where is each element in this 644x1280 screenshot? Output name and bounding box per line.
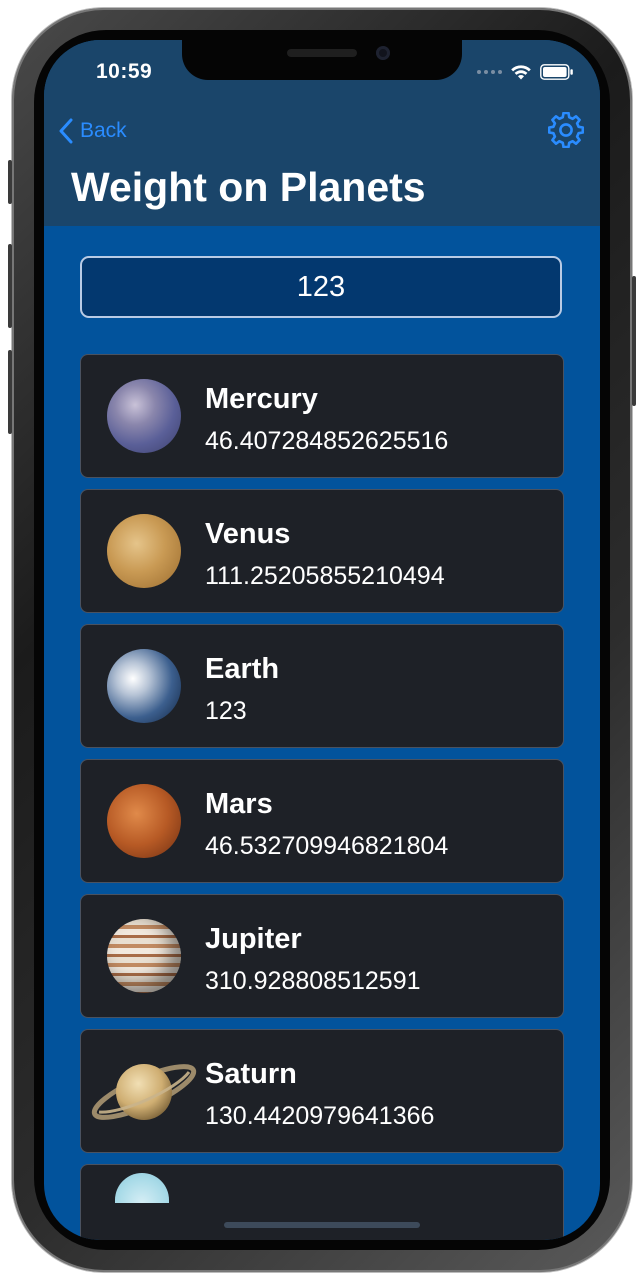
volume-down-button	[8, 350, 12, 434]
planet-name: Saturn	[205, 1058, 297, 1090]
planet-weight: 123	[205, 697, 247, 725]
back-button[interactable]: Back	[58, 114, 127, 148]
planet-weight: 310.928808512591	[205, 967, 421, 995]
planet-name: Mercury	[205, 383, 318, 415]
planet-card-jupiter[interactable]: Jupiter 310.928808512591	[80, 894, 564, 1018]
planet-card-earth[interactable]: Earth 123	[80, 624, 564, 748]
screen: 10:59 Back Weight on Planets 123 Mercury…	[44, 40, 600, 1240]
planet-name: Jupiter	[205, 923, 302, 955]
signal-dots-icon	[477, 70, 502, 74]
planet-weight: 130.4420979641366	[205, 1102, 435, 1130]
weight-input[interactable]	[80, 256, 562, 318]
back-label: Back	[80, 119, 127, 142]
planet-weight: 46.407284852625516	[205, 427, 449, 455]
wifi-icon	[511, 65, 531, 80]
speaker	[287, 49, 357, 57]
planet-name: Venus	[205, 518, 291, 550]
gear-icon[interactable]	[548, 112, 584, 148]
earth-image	[107, 649, 181, 723]
saturn-image	[91, 1064, 197, 1120]
silent-switch	[8, 160, 12, 204]
planet-card-venus[interactable]: Venus 111.25205855210494	[80, 489, 564, 613]
uranus-image	[115, 1173, 169, 1203]
planet-weight: 46.532709946821804	[205, 832, 449, 860]
status-time: 10:59	[96, 60, 153, 83]
page-title: Weight on Planets	[71, 164, 426, 210]
front-camera	[376, 46, 390, 60]
power-button	[632, 276, 636, 406]
planet-weight: 111.25205855210494	[205, 562, 445, 590]
planet-card-partial[interactable]	[80, 1164, 564, 1240]
home-indicator[interactable]	[224, 1222, 420, 1228]
venus-image	[107, 514, 181, 588]
planet-list: Mercury 46.407284852625516 Venus 111.252…	[80, 354, 564, 1240]
planet-name: Earth	[205, 653, 280, 685]
planet-card-mercury[interactable]: Mercury 46.407284852625516	[80, 354, 564, 478]
back-chevron-icon	[59, 118, 73, 144]
volume-up-button	[8, 244, 12, 328]
planet-card-saturn[interactable]: Saturn 130.4420979641366	[80, 1029, 564, 1153]
battery-icon	[540, 64, 573, 80]
mercury-image	[107, 379, 181, 453]
jupiter-image	[107, 919, 181, 993]
notch	[182, 40, 462, 80]
planet-name: Mars	[205, 788, 273, 820]
mars-image	[107, 784, 181, 858]
planet-card-mars[interactable]: Mars 46.532709946821804	[80, 759, 564, 883]
status-icons	[477, 62, 574, 82]
